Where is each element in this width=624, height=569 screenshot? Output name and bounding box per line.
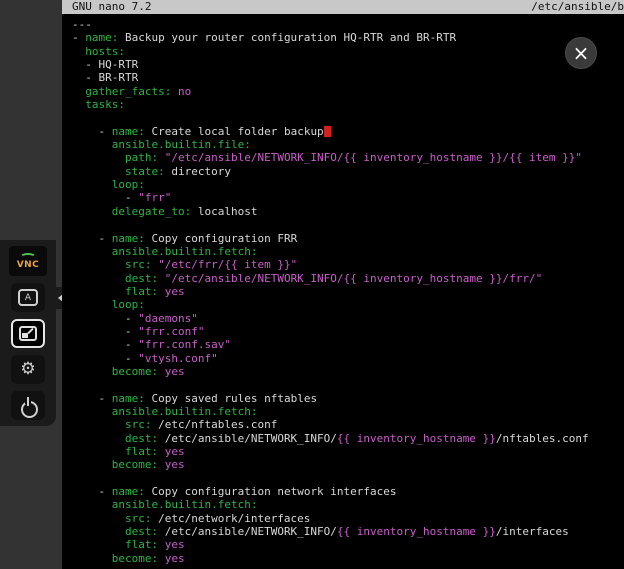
code-line: gather_facts: no — [72, 85, 624, 98]
nano-filepath: /etc/ansible/b — [531, 0, 624, 14]
vnc-sidebar: VNC A ⚙ — [0, 0, 62, 569]
code-line: ansible.builtin.fetch: — [72, 405, 624, 418]
code-line: - name: Copy configuration FRR — [72, 232, 624, 245]
terminal-window[interactable]: GNU nano 7.2 /etc/ansible/b ---- name: B… — [62, 0, 624, 569]
power-icon — [19, 397, 37, 415]
vnc-logo: VNC — [9, 246, 47, 276]
code-line: - "frr.conf.sav" — [72, 338, 624, 351]
code-line: become: yes — [72, 458, 624, 471]
code-line: tasks: — [72, 98, 624, 111]
code-line: hosts: — [72, 45, 624, 58]
code-line: flat: yes — [72, 285, 624, 298]
keyboard-button[interactable]: A — [11, 283, 45, 312]
code-line: - "frr.conf" — [72, 325, 624, 338]
code-line: ansible.builtin.file: — [72, 138, 624, 151]
disconnect-button[interactable] — [11, 391, 45, 420]
code-line: - "daemons" — [72, 312, 624, 325]
code-line: src: /etc/network/interfaces — [72, 512, 624, 525]
code-line: delegate_to: localhost — [72, 205, 624, 218]
code-line: --- — [72, 18, 624, 31]
code-line: dest: /etc/ansible/NETWORK_INFO/{{ inven… — [72, 432, 624, 445]
code-line: loop: — [72, 298, 624, 311]
code-line: - "frr" — [72, 191, 624, 204]
code-line: loop: — [72, 178, 624, 191]
fullscreen-icon — [19, 326, 37, 341]
code-line — [72, 111, 624, 124]
code-line: state: directory — [72, 165, 624, 178]
code-line: flat: yes — [72, 538, 624, 551]
close-button[interactable]: × — [565, 37, 597, 69]
code-line: dest: /etc/ansible/NETWORK_INFO/{{ inven… — [72, 525, 624, 538]
code-line — [72, 472, 624, 485]
code-line: - HQ-RTR — [72, 58, 624, 71]
code-line — [72, 218, 624, 231]
keyboard-icon: A — [18, 289, 38, 306]
code-line — [72, 378, 624, 391]
code-line: - name: Backup your router configuration… — [72, 31, 624, 44]
close-icon: × — [573, 41, 590, 65]
code-line: become: yes — [72, 552, 624, 565]
gear-icon: ⚙ — [20, 361, 35, 378]
code-line: - name: Copy configuration network inter… — [72, 485, 624, 498]
vnc-control-bar: VNC A ⚙ — [0, 240, 56, 426]
code-line: - BR-RTR — [72, 71, 624, 84]
vnc-logo-text: VNC — [17, 260, 40, 270]
code-line: flat: yes — [72, 445, 624, 458]
code-line: become: yes — [72, 365, 624, 378]
fullscreen-button[interactable] — [11, 319, 45, 348]
code-line: - name: Copy saved rules nftables — [72, 392, 624, 405]
settings-button[interactable]: ⚙ — [11, 355, 45, 384]
code-line: ansible.builtin.fetch: — [72, 245, 624, 258]
code-line: - name: Create local folder backup — [72, 125, 624, 138]
code-line: src: "/etc/frr/{{ item }}" — [72, 258, 624, 271]
editor-content[interactable]: ---- name: Backup your router configurat… — [62, 14, 624, 565]
code-line: dest: "/etc/ansible/NETWORK_INFO/{{ inve… — [72, 272, 624, 285]
text-cursor — [324, 126, 331, 137]
code-line: src: /etc/nftables.conf — [72, 418, 624, 431]
code-line: ansible.builtin.fetch: — [72, 498, 624, 511]
nano-version-label: GNU nano 7.2 — [72, 0, 151, 14]
code-line: path: "/etc/ansible/NETWORK_INFO/{{ inve… — [72, 151, 624, 164]
code-line: - "vtysh.conf" — [72, 352, 624, 365]
nano-titlebar: GNU nano 7.2 /etc/ansible/b — [62, 0, 624, 14]
